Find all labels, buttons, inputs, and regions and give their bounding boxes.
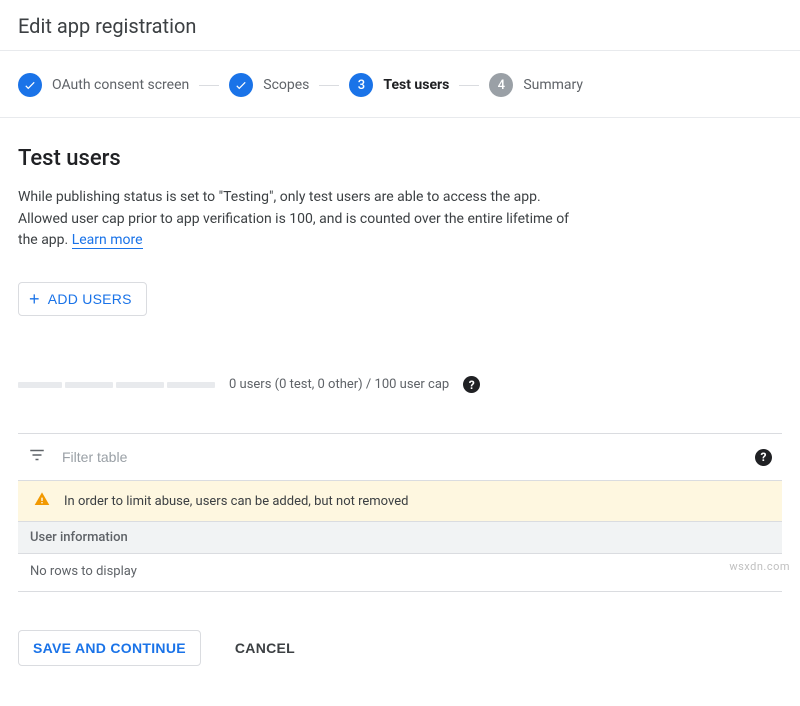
section-description: While publishing status is set to "Testi…: [18, 187, 578, 252]
save-and-continue-button[interactable]: SAVE AND CONTINUE: [18, 630, 201, 666]
check-icon: [18, 73, 42, 97]
filter-row: ?: [18, 434, 782, 481]
quota-text: 0 users (0 test, 0 other) / 100 user cap: [229, 377, 449, 392]
step-label: Summary: [523, 77, 583, 93]
stepper: OAuth consent screen Scopes 3 Test users…: [0, 51, 800, 118]
filter-icon[interactable]: [28, 446, 46, 468]
page-title: Edit app registration: [18, 14, 782, 38]
step-oauth-consent[interactable]: OAuth consent screen: [18, 73, 189, 97]
table-empty-text: No rows to display: [18, 554, 782, 592]
warning-banner: In order to limit abuse, users can be ad…: [18, 481, 782, 522]
add-users-label: ADD USERS: [48, 291, 132, 307]
main-content: Test users While publishing status is se…: [0, 118, 800, 706]
quota-bar-segment: [116, 382, 164, 388]
learn-more-link[interactable]: Learn more: [72, 232, 143, 249]
step-summary[interactable]: 4 Summary: [489, 73, 583, 97]
step-number-icon: 3: [349, 73, 373, 97]
help-icon[interactable]: ?: [463, 376, 480, 393]
quota-bar-segment: [65, 382, 113, 388]
help-icon[interactable]: ?: [755, 449, 772, 466]
table-header: User information: [18, 522, 782, 554]
warning-text: In order to limit abuse, users can be ad…: [64, 494, 408, 509]
page-header: Edit app registration: [0, 0, 800, 51]
users-table: ? In order to limit abuse, users can be …: [18, 433, 782, 592]
add-users-button[interactable]: + ADD USERS: [18, 282, 147, 316]
quota-row: 0 users (0 test, 0 other) / 100 user cap…: [18, 376, 782, 393]
step-separator: [199, 85, 219, 86]
step-label: OAuth consent screen: [52, 77, 189, 93]
filter-input[interactable]: [60, 448, 741, 466]
quota-bar: [18, 382, 215, 388]
step-separator: [319, 85, 339, 86]
step-label: Scopes: [263, 77, 309, 93]
check-icon: [229, 73, 253, 97]
plus-icon: +: [29, 290, 40, 308]
quota-bar-segment: [18, 382, 62, 388]
cancel-button[interactable]: CANCEL: [229, 639, 301, 657]
step-separator: [459, 85, 479, 86]
action-row: SAVE AND CONTINUE CANCEL: [18, 630, 782, 666]
step-test-users[interactable]: 3 Test users: [349, 73, 449, 97]
warning-icon: [34, 491, 50, 511]
section-title: Test users: [18, 146, 782, 171]
watermark: wsxdn.com: [729, 560, 790, 573]
quota-bar-segment: [167, 382, 215, 388]
step-number-icon: 4: [489, 73, 513, 97]
step-label: Test users: [383, 77, 449, 93]
step-scopes[interactable]: Scopes: [229, 73, 309, 97]
